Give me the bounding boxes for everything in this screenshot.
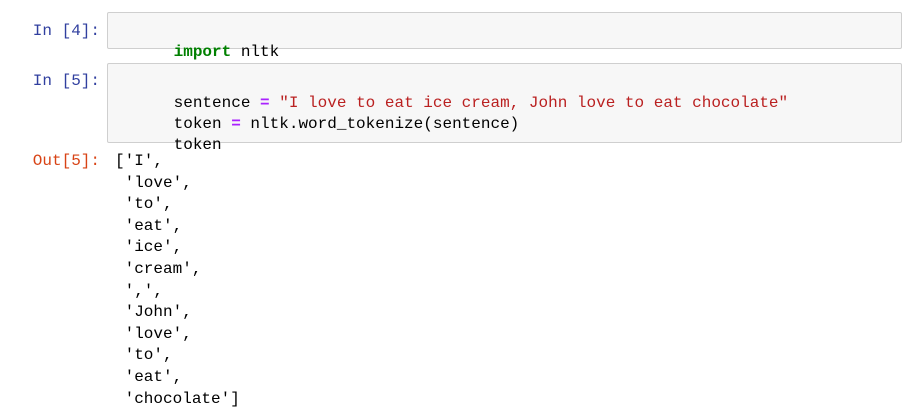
output-line: 'to', xyxy=(115,346,173,365)
output-line: 'John', xyxy=(115,303,192,322)
input-prompt-1: In [4]: xyxy=(32,22,100,40)
code-line: import nltk xyxy=(116,21,893,61)
code-input-1[interactable]: import nltk xyxy=(107,12,902,61)
output-line: 'cream', xyxy=(115,259,202,278)
code-line: sentence = "I love to eat ice cream, Joh… xyxy=(116,72,893,112)
code-token: = xyxy=(231,115,241,133)
code-cell-2[interactable]: In [5]: sentence = "I love to eat ice cr… xyxy=(0,63,918,154)
output-line: ',', xyxy=(115,281,164,300)
code-input-2[interactable]: sentence = "I love to eat ice cream, Joh… xyxy=(107,63,902,154)
output-line: 'to', xyxy=(115,195,173,214)
output-line: ['I', xyxy=(115,152,164,170)
code-token: nltk.word_tokenize(sentence) xyxy=(240,115,520,133)
code-token: import xyxy=(173,43,232,61)
code-token: token xyxy=(173,115,232,133)
output-line: 'ice', xyxy=(115,238,183,257)
output-line: 'eat', xyxy=(115,367,183,386)
code-token: sentence xyxy=(173,94,261,112)
code-cell-1[interactable]: In [4]: import nltk xyxy=(0,12,918,61)
code-token: "I love to eat ice cream, John love to e… xyxy=(279,94,789,112)
output-line: 'chocolate'] xyxy=(115,389,240,408)
output-cell: Out[5]: ['I', 'love', 'to', 'eat', 'ice'… xyxy=(0,151,918,413)
output-line: 'love', xyxy=(115,324,192,343)
input-prompt-2: In [5]: xyxy=(32,72,100,90)
output-line: 'love', xyxy=(115,173,192,192)
code-token: = xyxy=(260,94,270,112)
output-line: 'eat', xyxy=(115,216,183,235)
output-prompt: Out[5]: xyxy=(32,152,100,170)
output-text: ['I', 'love', 'to', 'eat', 'ice', 'cream… xyxy=(115,151,240,410)
code-token: nltk xyxy=(231,43,280,61)
